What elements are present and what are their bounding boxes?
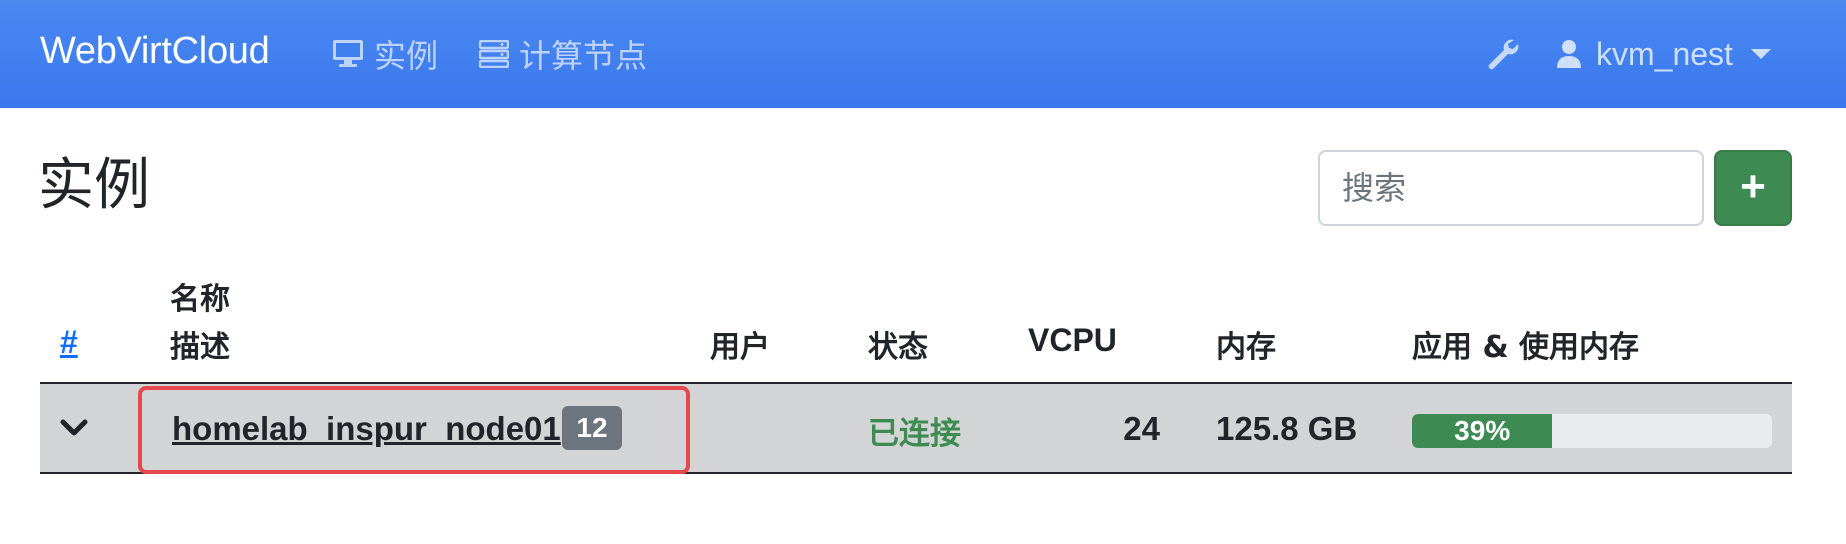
wrench-icon[interactable] <box>1484 36 1520 72</box>
nav-item-computes[interactable]: 计算节点 <box>479 34 647 74</box>
instance-count-badge: 12 <box>562 406 622 450</box>
chevron-down-icon[interactable] <box>58 412 90 444</box>
page-title: 实例 <box>38 153 150 218</box>
column-header-usage: 应用 & 使用内存 <box>1412 330 1640 365</box>
search-input[interactable] <box>1318 150 1704 226</box>
column-header-description: 描述 <box>170 330 230 365</box>
column-header-user: 用户 <box>710 330 770 365</box>
user-name: kvm_nest <box>1596 35 1733 72</box>
brand-logo[interactable]: WebVirtCloud <box>40 30 270 73</box>
column-header-memory: 内存 <box>1216 330 1276 365</box>
add-button[interactable]: + <box>1714 150 1792 226</box>
memory-value: 125.8 GB <box>1216 410 1358 447</box>
server-icon <box>479 40 509 68</box>
column-header-vcpu: VCPU <box>1028 322 1117 358</box>
column-header-status: 状态 <box>868 330 928 365</box>
navbar: WebVirtCloud 实例 计算节点 kvm_nest <box>0 0 1846 108</box>
memory-usage-bar: 39% <box>1412 414 1553 448</box>
vcpu-value: 24 <box>1123 410 1160 447</box>
user-menu[interactable]: kvm_nest <box>1556 34 1771 74</box>
memory-usage-progress: 39% <box>1412 414 1772 448</box>
column-header-hash[interactable]: # <box>60 324 78 361</box>
chevron-down-icon <box>1750 49 1771 59</box>
monitor-icon <box>333 40 363 67</box>
table-row: homelab_inspur_node01 12 已连接 24 125.8 GB… <box>40 384 1792 474</box>
user-icon <box>1557 40 1581 68</box>
nav-item-instances[interactable]: 实例 <box>332 34 438 74</box>
nav-item-label: 实例 <box>374 38 439 74</box>
nav-item-label: 计算节点 <box>519 38 648 74</box>
host-link[interactable]: homelab_inspur_node01 <box>172 410 561 448</box>
status-badge: 已连接 <box>868 416 961 452</box>
column-header-name: 名称 <box>170 282 230 317</box>
